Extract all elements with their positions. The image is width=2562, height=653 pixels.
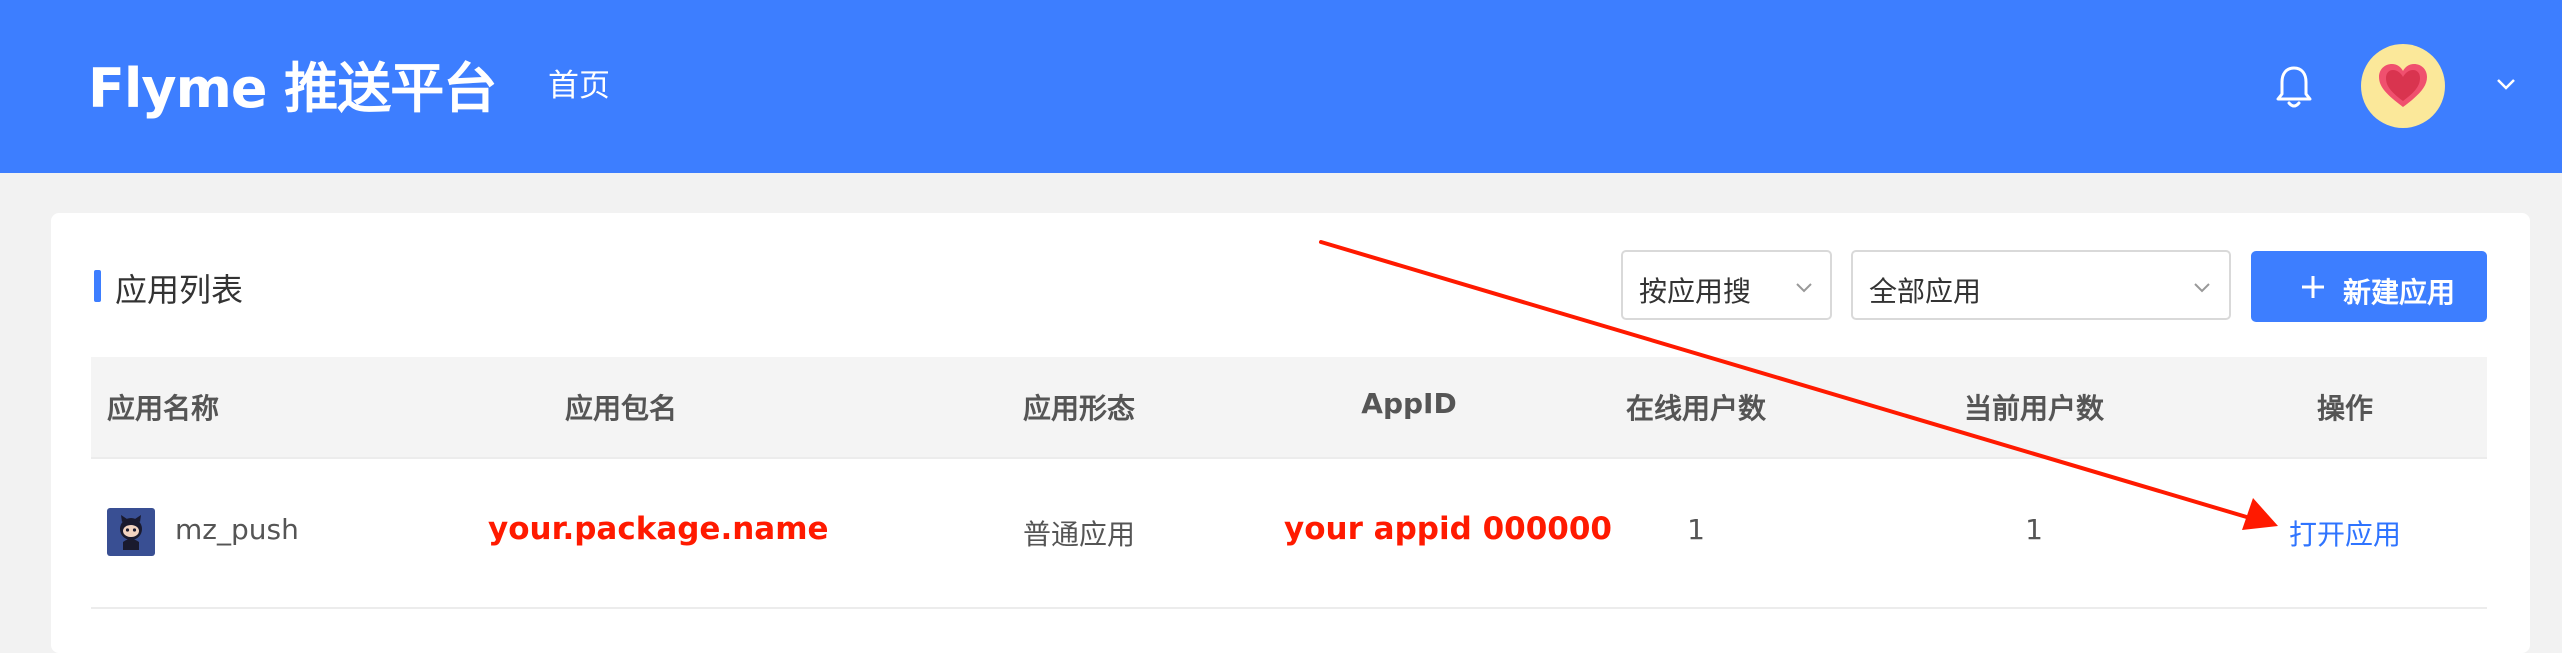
column-header-current-users: 当前用户数 [1963, 392, 2105, 425]
heart-avatar-icon [2379, 64, 2427, 107]
app-filter-select[interactable]: 全部应用 [1851, 250, 2231, 320]
user-avatar[interactable] [2361, 44, 2445, 128]
app-icon [107, 508, 155, 556]
column-header-package-name: 应用包名 [565, 392, 678, 425]
app-name-cell: mz_push [175, 513, 299, 546]
column-header-app-name: 应用名称 [107, 392, 220, 425]
bell-icon[interactable] [2274, 64, 2314, 110]
table-header: 应用名称 应用包名 应用形态 AppID 在线用户数 当前用户数 操作 [91, 357, 2487, 459]
app-type-cell: 普通应用 [1023, 518, 1136, 551]
package-name-cell: your.package.name [488, 511, 829, 547]
column-header-actions: 操作 [2316, 392, 2374, 425]
chevron-down-icon[interactable] [2494, 72, 2518, 96]
app-filter-value: 全部应用 [1869, 275, 1982, 308]
column-header-online-users: 在线用户数 [1625, 392, 1767, 425]
plus-icon [2302, 276, 2324, 298]
nav-home-link[interactable]: 首页 [548, 60, 610, 105]
title-accent-bar [94, 270, 101, 302]
search-type-value: 按应用搜 [1639, 275, 1752, 308]
search-type-select[interactable]: 按应用搜 [1621, 250, 1832, 320]
column-header-app-type: 应用形态 [1023, 392, 1136, 425]
new-app-button-label: 新建应用 [2343, 276, 2456, 309]
table-row: mz_push your.package.name 普通应用 your appi… [91, 459, 2487, 609]
appid-cell: your appid 000000 [1284, 511, 1612, 547]
top-navbar: Flyme 推送平台 首页 [0, 0, 2562, 173]
chevron-down-icon [1796, 283, 1812, 293]
new-app-button[interactable]: 新建应用 [2251, 251, 2487, 322]
online-users-cell: 1 [1687, 513, 1705, 546]
open-app-link[interactable]: 打开应用 [2289, 513, 2401, 553]
platform-logo[interactable]: Flyme 推送平台 [88, 44, 497, 123]
page-title: 应用列表 [115, 271, 244, 309]
chevron-down-icon [2194, 283, 2210, 293]
octocat-avatar-icon [120, 515, 142, 550]
column-header-appid: AppID [1361, 387, 1457, 420]
current-users-cell: 1 [2025, 513, 2043, 546]
